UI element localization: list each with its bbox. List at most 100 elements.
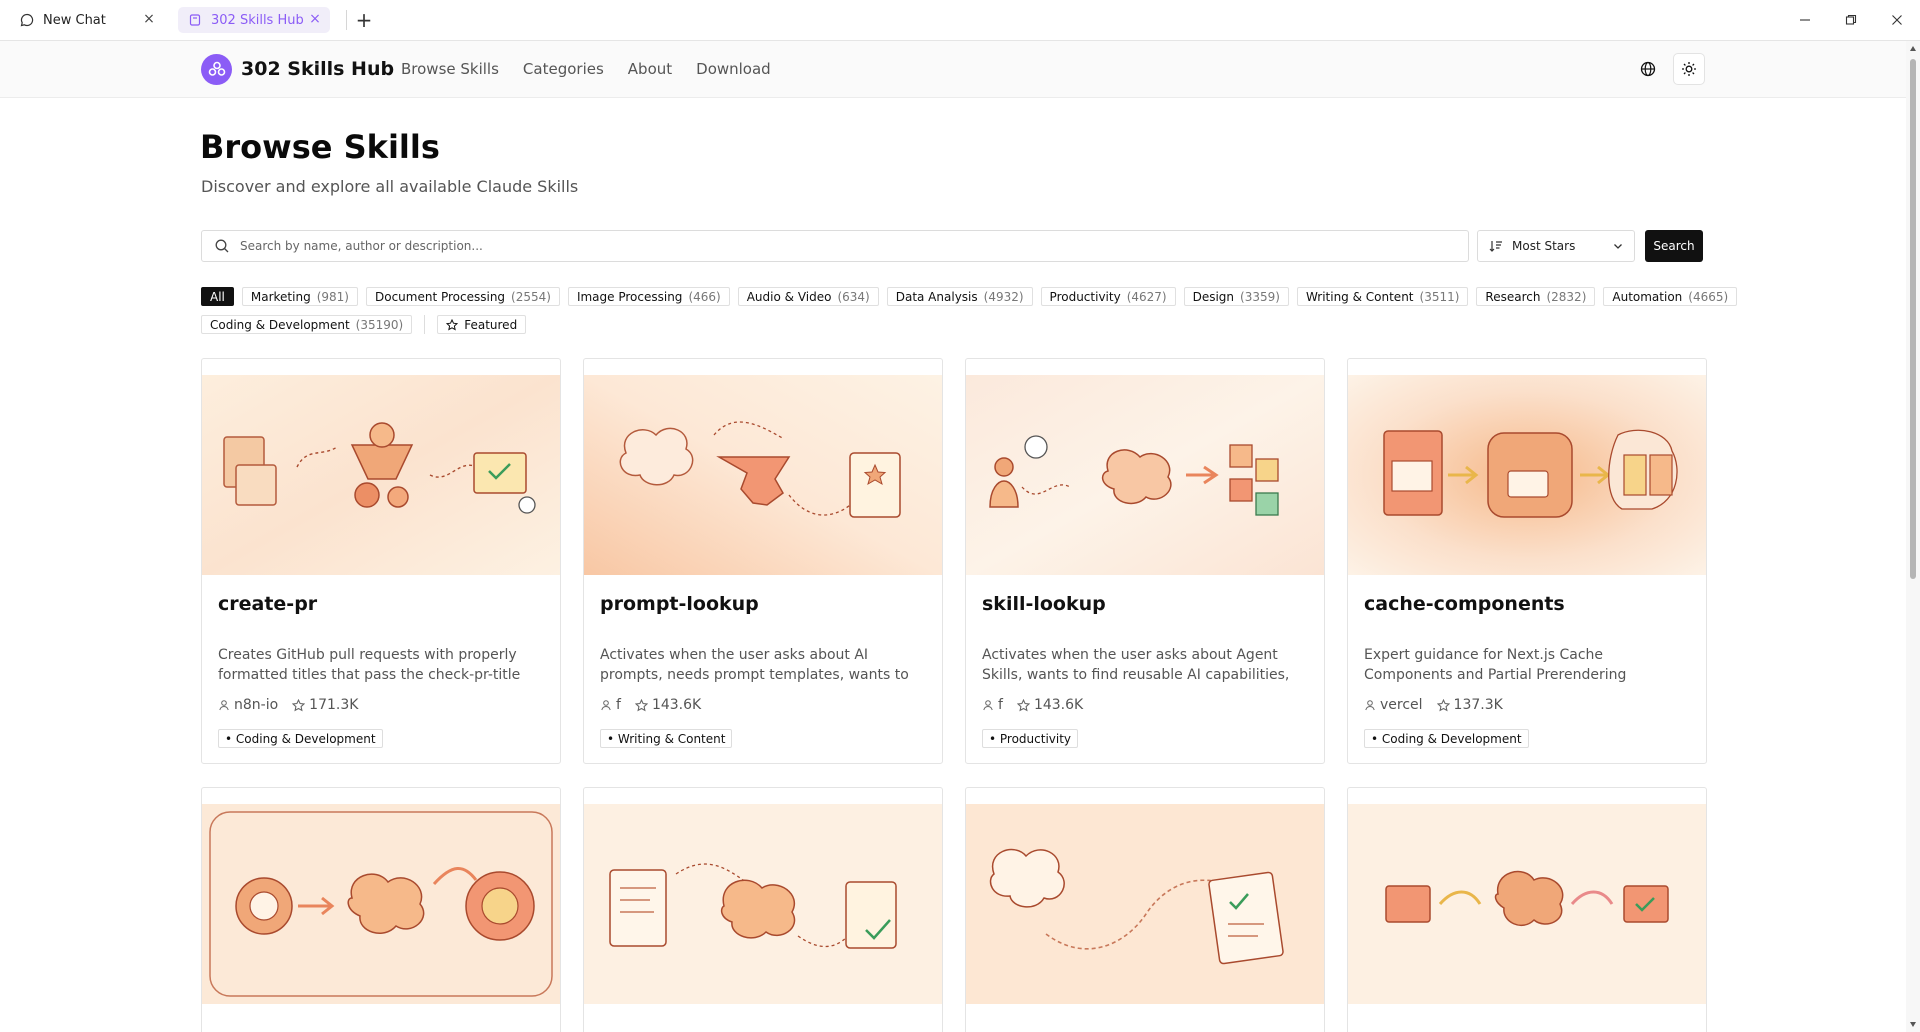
sort-icon [1489, 239, 1503, 253]
bookmark-icon [188, 13, 202, 27]
category-chip-design[interactable]: Design (3359) [1183, 287, 1289, 306]
skill-stars: 137.3K [1436, 697, 1503, 713]
skill-author[interactable]: vercel [1380, 697, 1423, 713]
skill-card[interactable] [1347, 787, 1707, 1032]
star-count: 171.3K [309, 697, 359, 713]
nav-about[interactable]: About [628, 60, 672, 78]
category-chip-all[interactable]: All [201, 287, 234, 306]
skill-author[interactable]: f [616, 697, 621, 713]
page-title: Browse Skills [200, 128, 440, 166]
skill-card[interactable]: cache-components Expert guidance for Nex… [1347, 358, 1707, 764]
skill-description: Activates when the user asks about AI pr… [600, 647, 909, 683]
skill-illustration [1348, 804, 1706, 1004]
page-subtitle: Discover and explore all available Claud… [201, 177, 579, 196]
star-icon [634, 698, 648, 711]
scroll-up-icon [1910, 46, 1916, 51]
language-button[interactable] [1632, 53, 1664, 85]
skill-card[interactable] [583, 787, 943, 1032]
category-chip-image-processing[interactable]: Image Processing (466) [567, 287, 730, 306]
theme-toggle-button[interactable] [1673, 53, 1705, 85]
close-icon [1892, 15, 1902, 25]
skill-illustration [966, 804, 1324, 1004]
nav-download[interactable]: Download [696, 60, 771, 78]
category-row-2: Coding & Development (35190) Featured [201, 315, 527, 334]
skill-title[interactable]: skill-lookup [982, 593, 1106, 615]
category-chip-productivity[interactable]: Productivity (4627) [1040, 287, 1176, 306]
nav-categories[interactable]: Categories [523, 60, 604, 78]
category-chip-coding-development[interactable]: Coding & Development (35190) [201, 315, 413, 334]
skill-illustration [584, 804, 942, 1004]
category-row-1: All Marketing (981) Document Processing (2… [201, 287, 1738, 306]
site-header: 302 Skills Hub Browse Skills Categories … [0, 41, 1906, 98]
search-field[interactable] [201, 230, 1469, 262]
skill-card[interactable] [965, 787, 1325, 1032]
skill-illustration [966, 375, 1324, 575]
search-input[interactable] [240, 239, 1468, 253]
category-chip-data-analysis[interactable]: Data Analysis (4932) [886, 287, 1033, 306]
skill-title[interactable]: create-pr [218, 593, 317, 615]
new-tab-button[interactable]: + [352, 8, 376, 32]
browser-tab-skills-hub[interactable]: 302 Skills Hub × [178, 7, 330, 33]
scroll-down-icon [1910, 1022, 1916, 1027]
skill-illustration [584, 375, 942, 575]
page-scrollbar[interactable] [1906, 41, 1920, 1032]
main-nav: Browse Skills Categories About Download [401, 60, 771, 78]
skill-category-tag[interactable]: • Coding & Development [218, 729, 383, 748]
sort-select[interactable]: Most Stars [1477, 230, 1635, 262]
search-button[interactable]: Search [1645, 230, 1703, 262]
skill-author[interactable]: n8n-io [234, 697, 278, 713]
tab-divider [346, 10, 347, 30]
chip-divider [424, 315, 426, 334]
skill-description: Expert guidance for Next.js Cache Compon… [1364, 647, 1627, 683]
browser-tab-label: 302 Skills Hub [211, 12, 304, 28]
category-chip-research[interactable]: Research (2832) [1476, 287, 1596, 306]
browser-tab-new-chat[interactable]: New Chat × [14, 7, 164, 33]
skill-card[interactable]: prompt-lookup Activates when the user as… [583, 358, 943, 764]
logo-icon[interactable] [201, 54, 232, 85]
skill-illustration [202, 375, 560, 575]
user-icon [982, 699, 994, 711]
star-count: 137.3K [1453, 697, 1503, 713]
close-window-button[interactable] [1874, 0, 1920, 40]
skill-category-tag[interactable]: • Coding & Development [1364, 729, 1529, 748]
category-chip-automation[interactable]: Automation (4665) [1603, 287, 1738, 306]
browser-tab-label: New Chat [43, 12, 106, 28]
skill-category-tag[interactable]: • Writing & Content [600, 729, 733, 748]
skill-meta: n8n-io 171.3K [218, 697, 358, 713]
skill-card[interactable] [201, 787, 561, 1032]
star-icon [446, 318, 459, 330]
featured-chip[interactable]: Featured [437, 315, 527, 334]
brand-name[interactable]: 302 Skills Hub [241, 58, 394, 80]
skill-author[interactable]: f [998, 697, 1003, 713]
sun-icon [1682, 62, 1696, 76]
star-icon [1016, 698, 1030, 711]
chat-bubble-icon [20, 13, 34, 27]
skill-description: Activates when the user asks about Agent… [982, 647, 1290, 683]
chevron-down-icon [1612, 240, 1624, 252]
scrollbar-thumb[interactable] [1910, 59, 1916, 579]
skill-title[interactable]: cache-components [1364, 593, 1565, 615]
star-count: 143.6K [651, 697, 702, 713]
nav-browse-skills[interactable]: Browse Skills [401, 60, 499, 78]
star-count: 143.6K [1033, 697, 1084, 713]
close-icon[interactable]: × [308, 11, 322, 27]
skill-card[interactable]: create-pr Creates GitHub pull requests w… [201, 358, 561, 764]
restore-button[interactable] [1828, 0, 1874, 40]
skill-card[interactable]: skill-lookup Activates when the user ask… [965, 358, 1325, 764]
skill-title[interactable]: prompt-lookup [600, 593, 759, 615]
minimize-icon [1800, 19, 1810, 21]
skill-category-tag[interactable]: • Productivity [982, 729, 1079, 748]
skill-illustration [1348, 375, 1706, 575]
minimize-button[interactable] [1782, 0, 1828, 40]
category-chip-document-processing[interactable]: Document Processing (2554) [365, 287, 560, 306]
category-chip-audio-video[interactable]: Audio & Video (634) [737, 287, 879, 306]
restore-icon [1845, 14, 1857, 25]
category-chip-marketing[interactable]: Marketing (981) [241, 287, 358, 306]
browser-tab-bar: New Chat × 302 Skills Hub × + [0, 0, 1920, 41]
star-icon [292, 698, 306, 711]
category-chip-writing-content[interactable]: Writing & Content (3511) [1296, 287, 1469, 306]
skill-description: Creates GitHub pull requests with proper… [218, 647, 521, 683]
close-icon[interactable]: × [142, 11, 156, 27]
skill-meta: f 143.6K [982, 697, 1083, 713]
user-icon [600, 699, 612, 711]
